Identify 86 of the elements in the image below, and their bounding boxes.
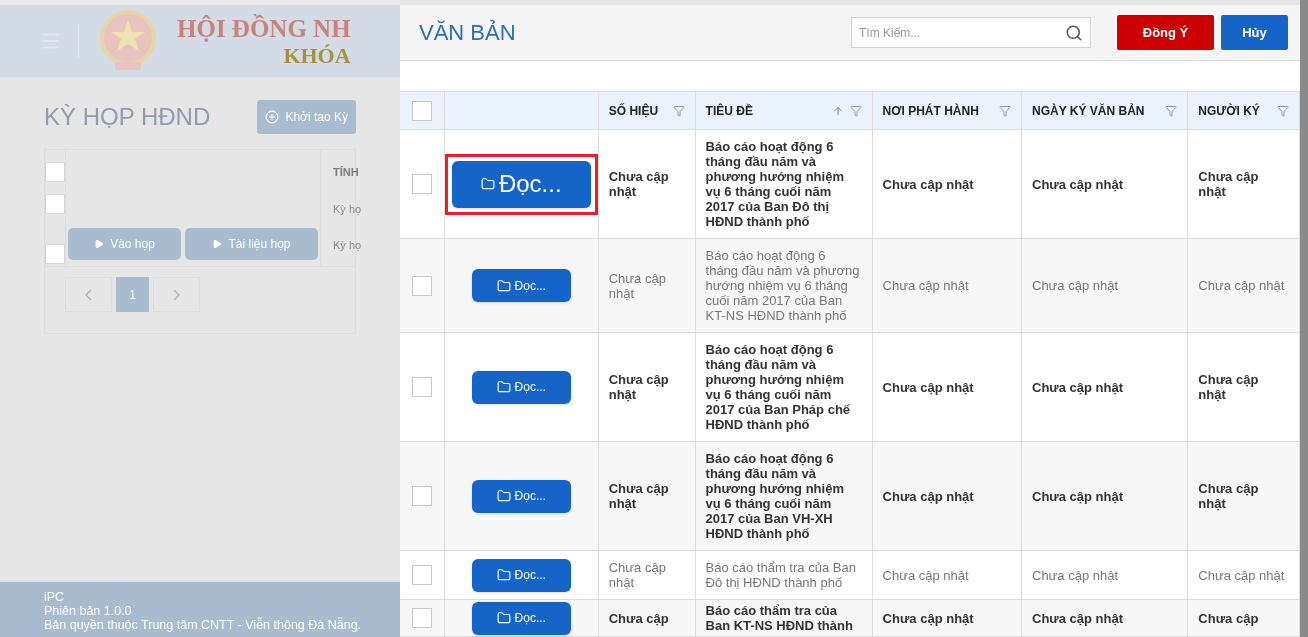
- read-button[interactable]: Đọc...: [471, 370, 571, 404]
- read-button[interactable]: Đọc...: [471, 558, 571, 592]
- checkbox[interactable]: [411, 565, 432, 585]
- play-icon: [212, 239, 223, 249]
- chevron-left-icon: [85, 288, 92, 301]
- table-cell-text: Chưa cập nhật: [1032, 610, 1125, 626]
- checkbox[interactable]: [411, 608, 432, 628]
- cancel-button[interactable]: Hủy: [1221, 15, 1288, 51]
- plus-icon: [265, 110, 280, 124]
- folder-icon: [496, 611, 511, 625]
- read-button[interactable]: Đọc...: [471, 269, 571, 302]
- table-row[interactable]: Đọc... Chưa cập nhật Báo cáo hoạt động 6 tháng đầu năm và phương hướng nhiệm vụ 6 tháng cuối năm 2017 của Ban Pháp chế HĐND thành phố Chưa cập nhật Chưa cập nhật Chưa cập nhật: [400, 332, 1300, 442]
- table-cell-text: Chưa cập nhật: [1032, 488, 1125, 504]
- folder-icon: [496, 489, 511, 503]
- table-cell-text: Chưa cập nhật: [1032, 278, 1120, 293]
- search-input[interactable]: Tìm Kiếm...: [859, 23, 1065, 42]
- table-cell-text: Báo cáo thẩm tra của Ban KT-NS HĐND thành: [705, 603, 854, 633]
- table-cell-text: Chưa cập nhật: [882, 610, 975, 626]
- read-button[interactable]: Đọc...: [471, 479, 571, 513]
- search-field[interactable]: Tìm Kiếm...: [851, 17, 1091, 49]
- table-cell-text: Kỳ họ: [333, 201, 362, 217]
- checkbox[interactable]: [45, 194, 65, 214]
- table-cell-text: Chưa cập nhật: [1198, 567, 1286, 583]
- checkbox[interactable]: [411, 174, 432, 194]
- table-cell-text: Báo cáo hoạt động 6 tháng đầu năm và phương hướng nhiệm vụ 6 tháng cuối năm 2017 của Ban Đô thị HĐND thành phố: [705, 139, 845, 229]
- table-cell-text: Chưa cập nhật: [1198, 278, 1286, 293]
- checkbox[interactable]: [411, 275, 432, 296]
- table-cell-text: Chưa cập nhật: [608, 560, 667, 590]
- table-cell-text: Chưa cập nhật: [608, 372, 670, 402]
- confirm-button[interactable]: Đồng Ý: [1117, 15, 1214, 51]
- table-cell-text: Chưa cập nhật: [882, 176, 975, 192]
- filter-icon[interactable]: [1277, 104, 1289, 117]
- checkbox[interactable]: [411, 377, 432, 397]
- table-row[interactable]: Đọc... Chưa cập nhật Báo cáo hoạt động 6 tháng đầu năm và phương hướng nhiệm vụ 6 tháng cuối năm 2017 của Ban VH-XH HĐND thành phố Chưa cập nhật Chưa cập nhật Chưa cập nhật: [400, 441, 1300, 551]
- table-cell-text: Báo cáo thẩm tra của Ban Đô thị HĐND thành phố: [705, 560, 857, 590]
- read-button[interactable]: Đọc...: [471, 601, 571, 635]
- table-cell-text: Chưa cập nhật: [882, 488, 975, 504]
- table-cell-text: Chưa cập: [1198, 610, 1260, 626]
- table-cell-text: Kỳ họ: [333, 238, 362, 253]
- column-header: TÍNH: [333, 165, 360, 180]
- checkbox[interactable]: [411, 100, 432, 121]
- table-cell-text: Chưa cập nhật: [1198, 481, 1260, 511]
- term-title: KHÓA: [283, 44, 351, 67]
- column-header[interactable]: TIÊU ĐỀ: [705, 101, 753, 120]
- dialog-title: VĂN BẢN: [419, 19, 516, 48]
- chevron-right-icon: [173, 288, 180, 301]
- footer-text: iPC: [44, 590, 66, 604]
- checkbox[interactable]: [45, 244, 65, 264]
- footer-text: Phiên bản 1.0.0: [44, 604, 133, 618]
- table-cell-text: Chưa cập nhật: [608, 270, 667, 301]
- table-row[interactable]: Đọc... Chưa cập nhật Báo cáo thẩm tra của Ban Đô thị HĐND thành phố Chưa cập nhật Chưa cập nhật Chưa cập nhật: [400, 550, 1300, 600]
- filter-icon[interactable]: [1165, 104, 1178, 117]
- folder-icon: [480, 177, 495, 191]
- read-button[interactable]: Đọc...: [451, 160, 591, 208]
- table-cell-text: Báo cáo hoạt động 6 tháng đầu năm và phương hướng nhiệm vụ 6 tháng cuối năm 2017 của Ban VH-XH HĐND thành phố: [705, 451, 845, 541]
- folder-icon: [496, 568, 511, 582]
- table-row[interactable]: Đọc... Chưa cập nhật Báo cáo hoạt động 6 tháng đầu năm và phương hướng nhiệm vụ 6 tháng cuối năm 2017 của Ban Đô thị HĐND thành phố Chưa cập nhật Chưa cập nhật Chưa cập nhật: [400, 129, 1300, 239]
- checkbox[interactable]: [411, 486, 432, 506]
- table-cell-text: Chưa cập nhật: [1032, 379, 1125, 395]
- filter-icon[interactable]: [849, 104, 862, 117]
- table-cell-text: Chưa cập nhật: [882, 567, 970, 583]
- filter-icon[interactable]: [999, 104, 1011, 117]
- search-icon[interactable]: [1065, 23, 1083, 42]
- previous-page-button[interactable]: [65, 277, 112, 312]
- folder-icon: [496, 380, 511, 394]
- council-title: HỘI ĐỒNG NH: [177, 15, 351, 41]
- table-cell-text: Chưa cập nhật: [1032, 567, 1120, 583]
- table-cell-text: Báo cáo hoạt động 6 tháng đầu năm và phương hướng nhiệm vụ 6 tháng cuối năm 2017 của Ban KT-NS HĐND thành phố: [705, 248, 861, 323]
- table-cell-text: Chưa cập nhật: [1032, 176, 1125, 192]
- page-heading: KỲ HỌP HĐND: [44, 102, 211, 132]
- table-cell-text: Chưa cập nhật: [608, 169, 670, 199]
- table-cell-text: Chưa cập nhật: [1198, 169, 1260, 199]
- checkbox[interactable]: [45, 162, 65, 182]
- table-cell-text: Chưa cập: [608, 610, 670, 626]
- folder-icon: [496, 278, 511, 293]
- play-icon: [94, 239, 105, 249]
- next-page-button[interactable]: [153, 277, 200, 312]
- table-cell-text: Chưa cập nhật: [882, 379, 975, 395]
- table-cell-text: Chưa cập nhật: [882, 278, 970, 293]
- sort-ascending-icon[interactable]: [831, 104, 844, 117]
- table-cell-text: Chưa cập nhật: [1198, 372, 1260, 402]
- filter-icon[interactable]: [672, 104, 685, 117]
- table-row[interactable]: Đọc... Chưa cập nhật Báo cáo hoạt động 6 tháng đầu năm và phương hướng nhiệm vụ 6 tháng cuối năm 2017 của Ban KT-NS HĐND thành phố Chưa cập nhật Chưa cập nhật Chưa cập nhật: [400, 238, 1300, 333]
- table-cell-text: Báo cáo hoạt động 6 tháng đầu năm và phương hướng nhiệm vụ 6 tháng cuối năm 2017 của Ban Pháp chế HĐND thành phố: [705, 342, 852, 432]
- table-row[interactable]: Đọc... Chưa cập Báo cáo thẩm tra của Ban KT-NS HĐND thành Chưa cập nhật Chưa cập nhật Chưa cập: [400, 599, 1300, 637]
- table-cell-text: Chưa cập nhật: [608, 481, 670, 511]
